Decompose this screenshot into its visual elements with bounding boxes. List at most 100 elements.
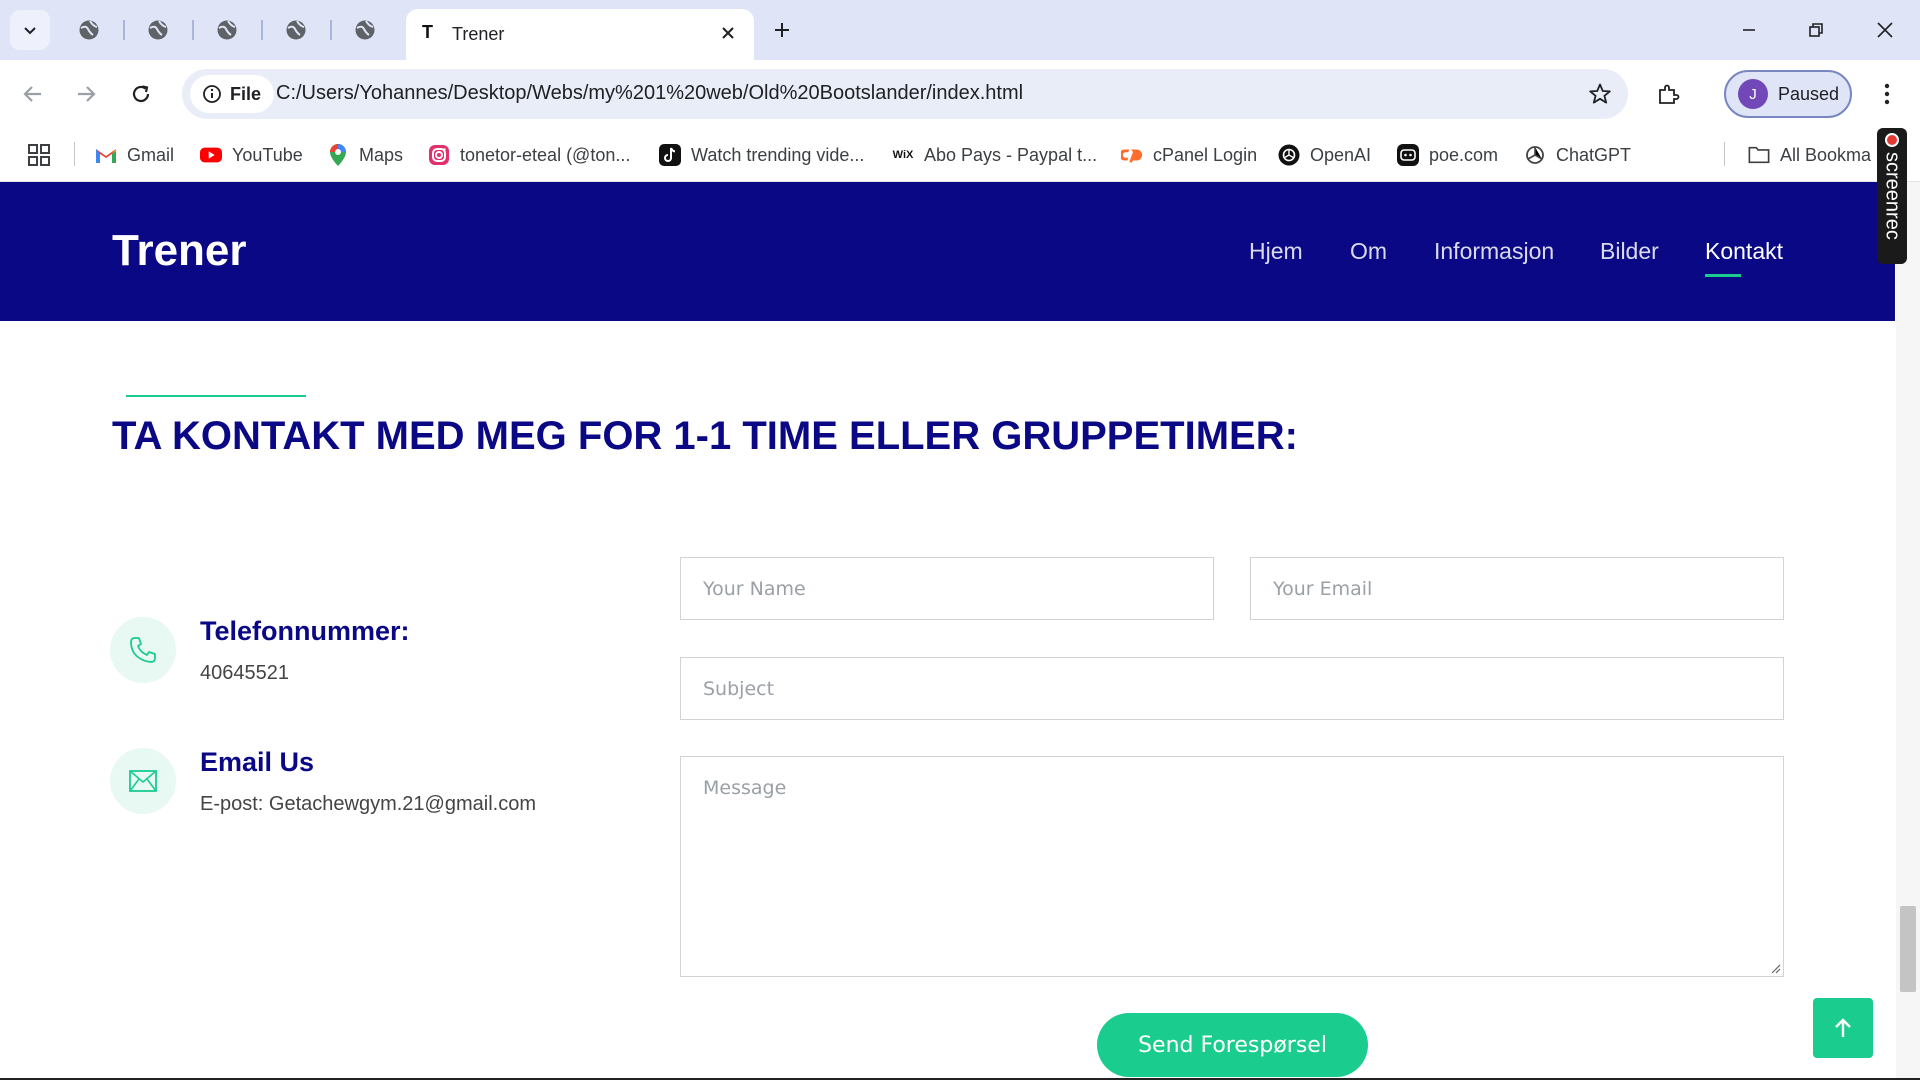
arrow-right-icon (78, 86, 96, 102)
email-input[interactable]: Your Email (1250, 557, 1784, 620)
bookmark-cpanel[interactable]: cPanel Login (1121, 140, 1257, 170)
envelope-icon (129, 770, 157, 792)
arrow-left-icon (23, 86, 41, 102)
star-icon (1589, 83, 1611, 104)
phone-icon (130, 637, 156, 663)
nav-link-bilder[interactable]: Bilder (1600, 238, 1659, 265)
globe-icon (355, 20, 375, 40)
bookmark-maps[interactable]: Maps (327, 140, 403, 170)
phone-number: 40645521 (200, 662, 289, 684)
bookmark-instagram[interactable]: tonetor-eteal (@ton... (428, 140, 630, 170)
apps-button[interactable] (26, 142, 52, 168)
close-icon (722, 27, 734, 39)
apps-grid-icon (28, 144, 50, 166)
active-tab[interactable]: T Trener (406, 9, 754, 60)
background-tab[interactable] (280, 14, 312, 46)
wix-icon: WiX (892, 149, 914, 161)
site-chip-label: File (230, 83, 262, 104)
subject-input[interactable]: Subject (680, 657, 1784, 720)
browser-toolbar: File C:/Users/Yohannes/Desktop/Webs/my%2… (0, 60, 1920, 128)
globe-icon (286, 20, 306, 40)
puzzle-icon (1659, 84, 1680, 104)
browser-tab-bar: T Trener (0, 0, 1920, 60)
openai-icon (1278, 144, 1300, 166)
bookmark-label: poe.com (1429, 144, 1499, 165)
background-tab[interactable] (349, 14, 381, 46)
email-icon-circle (110, 748, 176, 814)
bookmark-label: Abo Pays - Paypal t... (924, 144, 1098, 165)
avatar: J (1738, 79, 1768, 109)
page-viewport: Trener Hjem Om Informasjon Bilder Kontak… (0, 182, 1895, 1078)
screenrec-widget[interactable]: screenrec (1877, 128, 1907, 264)
chevron-down-icon (24, 27, 36, 35)
globe-icon (217, 20, 237, 40)
bookmark-chatgpt[interactable]: ChatGPT (1524, 140, 1631, 170)
window-close-button[interactable] (1860, 10, 1910, 50)
bookmark-wix[interactable]: WiX Abo Pays - Paypal t... (892, 140, 1097, 170)
bookmark-gmail[interactable]: Gmail (95, 140, 174, 170)
name-input[interactable]: Your Name (680, 557, 1214, 620)
bookmark-star-button[interactable] (1586, 80, 1614, 108)
reload-icon (132, 85, 150, 103)
extensions-button[interactable] (1652, 78, 1684, 110)
phone-icon-circle (110, 617, 176, 683)
bookmarks-bar: Gmail YouTube Maps tonetor-eteal (@ton..… (0, 128, 1920, 182)
tab-title: Trener (452, 24, 505, 44)
restore-icon (1809, 23, 1823, 37)
background-tab[interactable] (142, 14, 174, 46)
back-to-top-button[interactable] (1813, 998, 1873, 1058)
tab-separator (192, 20, 194, 40)
site-info-chip[interactable]: File (190, 75, 274, 113)
page-scrollbar[interactable] (1896, 182, 1920, 1078)
all-bookmarks-button[interactable]: All Bookma (1748, 140, 1871, 170)
bookmark-openai[interactable]: OpenAI (1278, 140, 1371, 170)
nav-link-informasjon[interactable]: Informasjon (1434, 238, 1554, 265)
browser-menu-button[interactable] (1872, 78, 1902, 110)
bookmark-label: Gmail (127, 144, 175, 165)
tab-search-dropdown[interactable] (10, 10, 50, 50)
site-logo[interactable]: Trener (112, 226, 247, 276)
maps-icon (327, 144, 349, 166)
nav-link-om[interactable]: Om (1350, 238, 1387, 265)
bookmark-label: YouTube (232, 144, 303, 165)
tab-separator (261, 20, 263, 40)
email-heading: Email Us (200, 747, 315, 777)
bookmark-label: Maps (359, 144, 404, 165)
email-address: E-post: Getachewgym.21@gmail.com (200, 793, 536, 815)
message-placeholder: Message (703, 777, 787, 799)
url-text[interactable]: C:/Users/Yohannes/Desktop/Webs/my%201%20… (276, 82, 1023, 105)
all-bookmarks-label: All Bookma (1780, 144, 1872, 165)
site-header: Trener Hjem Om Informasjon Bilder Kontak… (0, 182, 1895, 321)
minimize-button[interactable] (1724, 10, 1774, 50)
profile-button[interactable]: J Paused (1724, 70, 1852, 118)
record-dot-icon (1885, 133, 1899, 147)
active-nav-indicator (1705, 274, 1741, 277)
youtube-icon (200, 144, 222, 166)
bookmark-youtube[interactable]: YouTube (200, 140, 303, 170)
restore-button[interactable] (1791, 10, 1841, 50)
scrollbar-thumb[interactable] (1900, 906, 1916, 992)
background-tab[interactable] (211, 14, 243, 46)
title-accent-line (126, 395, 306, 397)
tab-favicon: T (422, 22, 433, 42)
cpanel-icon (1121, 144, 1143, 166)
tab-separator (330, 20, 332, 40)
resize-grip-icon[interactable] (1769, 962, 1781, 974)
plus-icon (775, 23, 789, 37)
section-title: TA KONTAKT MED MEG FOR 1-1 TIME ELLER GR… (112, 414, 1298, 458)
reload-button[interactable] (123, 76, 159, 112)
bookmark-tiktok[interactable]: Watch trending vide... (659, 140, 864, 170)
new-tab-button[interactable] (766, 14, 798, 46)
forward-button[interactable] (68, 76, 104, 112)
bookmark-poe[interactable]: poe.com (1397, 140, 1498, 170)
nav-link-kontakt[interactable]: Kontakt (1705, 238, 1783, 265)
background-tab[interactable] (73, 14, 105, 46)
send-request-button[interactable]: Send Forespørsel (1097, 1013, 1368, 1077)
bookmark-separator (1724, 142, 1725, 166)
nav-link-hjem[interactable]: Hjem (1249, 238, 1303, 265)
address-bar[interactable]: File C:/Users/Yohannes/Desktop/Webs/my%2… (182, 69, 1628, 119)
message-textarea[interactable]: Message (680, 756, 1784, 977)
back-button[interactable] (15, 76, 51, 112)
tab-close-button[interactable] (716, 21, 740, 45)
tab-separator (123, 20, 125, 40)
